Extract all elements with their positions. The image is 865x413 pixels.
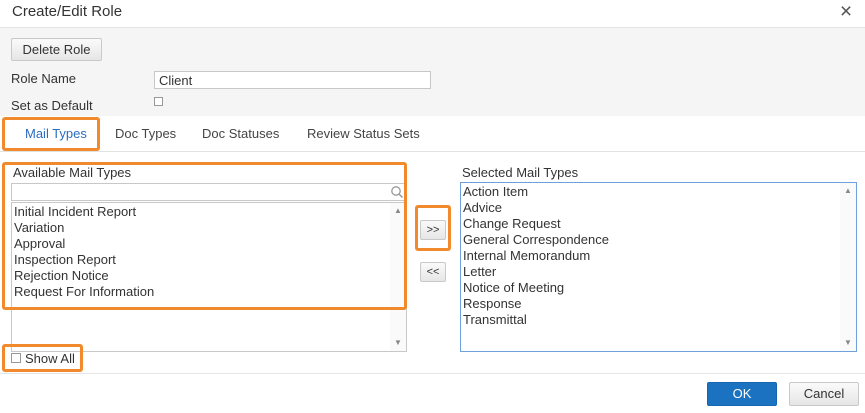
list-item[interactable]: Rejection Notice: [14, 268, 109, 283]
scroll-up-icon[interactable]: ▲: [390, 204, 406, 218]
available-mail-types-list[interactable]: Initial Incident Report Variation Approv…: [11, 202, 407, 352]
list-item[interactable]: General Correspondence: [463, 232, 609, 247]
set-as-default-checkbox[interactable]: [154, 97, 163, 106]
list-item[interactable]: Letter: [463, 264, 496, 279]
tab-mail-types[interactable]: Mail Types: [25, 126, 87, 141]
role-details-section: Delete Role Role Name Set as Default: [0, 28, 865, 116]
list-item[interactable]: Notice of Meeting: [463, 280, 564, 295]
set-as-default-label: Set as Default: [11, 98, 93, 113]
search-icon[interactable]: [390, 185, 404, 199]
tab-doc-statuses[interactable]: Doc Statuses: [202, 126, 279, 141]
role-name-input[interactable]: [154, 71, 431, 89]
list-item[interactable]: Response: [463, 296, 522, 311]
dialog-titlebar: Create/Edit Role ×: [0, 0, 865, 28]
list-item[interactable]: Request For Information: [14, 284, 154, 299]
available-filter-input[interactable]: [11, 183, 407, 201]
scroll-down-icon[interactable]: ▼: [390, 336, 406, 350]
tab-bar: Mail Types Doc Types Doc Statuses Review…: [0, 117, 865, 152]
available-list-scrollbar[interactable]: ▲ ▼: [390, 203, 406, 351]
role-name-label: Role Name: [11, 71, 77, 86]
list-item[interactable]: Variation: [14, 220, 64, 235]
ok-button[interactable]: OK: [707, 382, 777, 406]
list-item[interactable]: Action Item: [463, 184, 528, 199]
list-item[interactable]: Initial Incident Report: [14, 204, 136, 219]
available-mail-types-label: Available Mail Types: [13, 165, 132, 180]
list-item[interactable]: Inspection Report: [14, 252, 116, 267]
remove-from-selected-button[interactable]: <<: [420, 262, 446, 282]
tab-doc-types[interactable]: Doc Types: [115, 126, 176, 141]
list-item[interactable]: Change Request: [463, 216, 561, 231]
footer-divider: [0, 373, 865, 374]
scroll-down-icon[interactable]: ▼: [840, 336, 856, 350]
tab-review-status-sets[interactable]: Review Status Sets: [307, 126, 420, 141]
selected-list-scrollbar[interactable]: ▲ ▼: [840, 183, 856, 351]
create-edit-role-dialog: Create/Edit Role × Delete Role Role Name…: [0, 0, 865, 413]
selected-mail-types-label: Selected Mail Types: [462, 165, 579, 180]
cancel-button[interactable]: Cancel: [789, 382, 859, 406]
list-item[interactable]: Advice: [463, 200, 502, 215]
dialog-title: Create/Edit Role: [12, 3, 123, 20]
list-item[interactable]: Internal Memorandum: [463, 248, 590, 263]
show-all-label: Show All: [25, 351, 75, 366]
selected-mail-types-list[interactable]: Action Item Advice Change Request Genera…: [460, 182, 857, 352]
list-item[interactable]: Approval: [14, 236, 65, 251]
delete-role-button[interactable]: Delete Role: [11, 38, 102, 61]
scroll-up-icon[interactable]: ▲: [840, 184, 856, 198]
add-to-selected-button[interactable]: >>: [420, 220, 446, 240]
list-item[interactable]: Transmittal: [463, 312, 527, 327]
close-icon[interactable]: ×: [835, 1, 857, 23]
show-all-checkbox[interactable]: [11, 353, 21, 363]
